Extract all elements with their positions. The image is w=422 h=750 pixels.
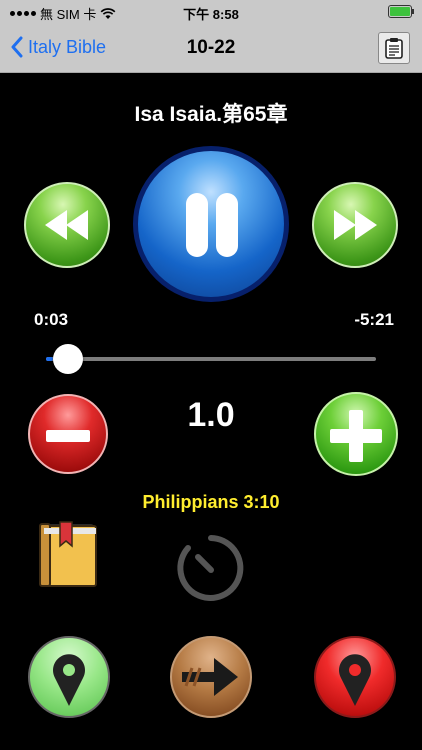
battery-icon [388,5,414,18]
chapter-title: Isa Isaia.第65章 [134,103,288,126]
elapsed-time: 0:03 [34,310,69,329]
status-time: 下午 8:58 [183,7,239,22]
forward-arrow-icon [182,658,238,696]
map-pin-green-button[interactable] [28,636,110,718]
map-pin-green-icon [53,654,86,706]
map-pin-red-icon [339,654,371,706]
remaining-time: -5:21 [354,310,394,329]
play-pause-button[interactable] [133,146,289,302]
progress-thumb[interactable] [53,344,84,374]
bookmark-button[interactable] [36,520,98,590]
sleep-timer-icon [177,535,244,601]
fast-forward-icon [334,210,377,240]
rewind-button[interactable] [24,182,110,268]
fast-forward-button[interactable] [312,182,398,268]
bookmark-book-icon [39,521,97,587]
status-bar: 無 SIM 卡 下午 8:58 [0,0,422,24]
clipboard-icon [385,38,403,59]
next-arrow-button[interactable] [170,636,252,718]
progress-track[interactable] [46,357,376,361]
rewind-icon [45,210,88,240]
sleep-timer-button[interactable] [176,533,246,603]
speed-increase-button[interactable] [314,392,398,476]
page-title: 10-22 [186,37,236,58]
navigation-bar: Italy Bible 10-22 [0,24,422,73]
progress-fill [46,357,54,361]
verse-reference[interactable]: Philippians 3:10 [0,492,422,513]
clipboard-button[interactable] [378,32,410,64]
map-pin-red-button[interactable] [314,636,396,718]
